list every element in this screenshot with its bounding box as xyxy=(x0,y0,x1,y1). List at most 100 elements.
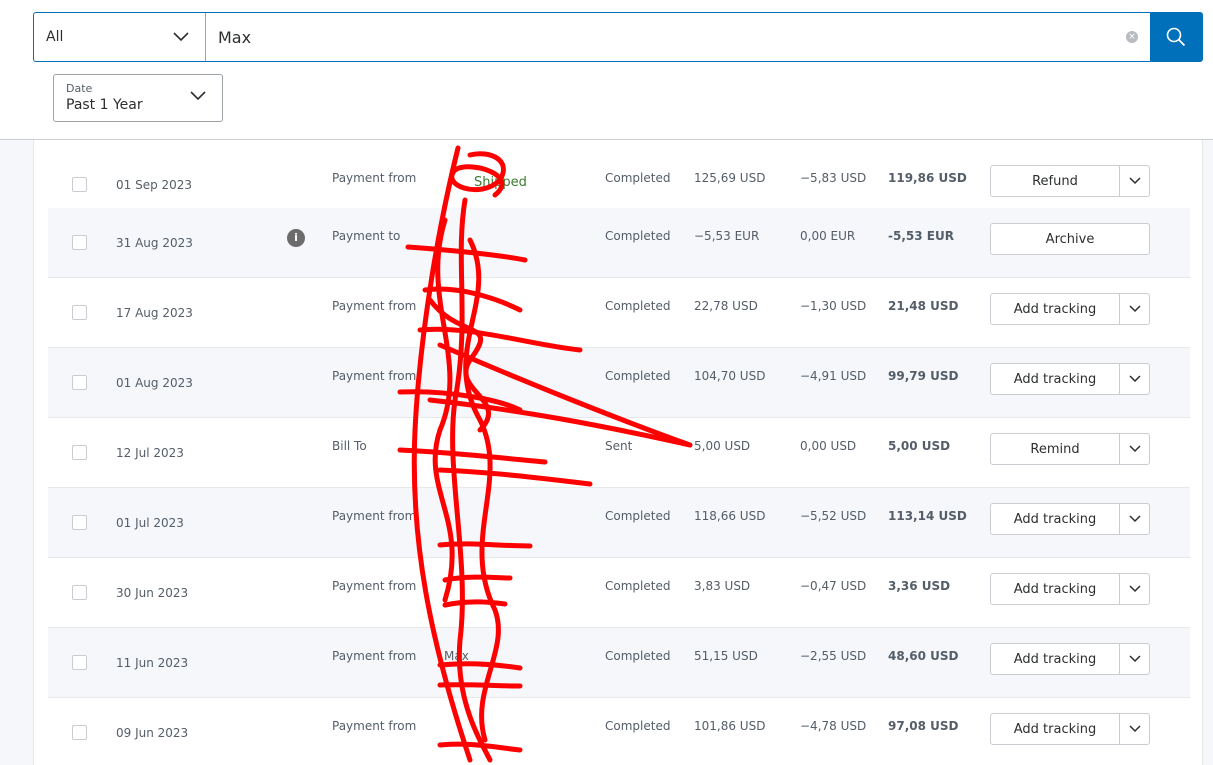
row-fee: −4,78 USD xyxy=(800,719,867,733)
row-fee: −2,55 USD xyxy=(800,649,867,663)
row-gross: 104,70 USD xyxy=(694,369,766,383)
row-date: 01 Jul 2023 xyxy=(116,516,184,530)
row-type: Payment from xyxy=(332,299,417,313)
row-action-label: Archive xyxy=(1045,231,1095,247)
row-type: Payment from xyxy=(332,719,417,733)
row-action-button[interactable]: Add tracking xyxy=(990,713,1150,745)
row-net: 113,14 USD xyxy=(888,509,967,523)
row-fee: −5,52 USD xyxy=(800,509,867,523)
row-checkbox[interactable] xyxy=(72,445,87,460)
row-status: Sent xyxy=(605,439,633,453)
row-checkbox[interactable] xyxy=(72,585,87,600)
row-date: 01 Sep 2023 xyxy=(116,178,193,192)
row-status: Completed xyxy=(605,299,671,313)
info-icon[interactable]: i xyxy=(287,229,305,247)
row-checkbox[interactable] xyxy=(72,235,87,250)
row-action-dropdown[interactable] xyxy=(1119,644,1149,674)
row-type: Payment from xyxy=(332,369,417,383)
row-date: 30 Jun 2023 xyxy=(116,586,189,600)
row-status: Completed xyxy=(605,171,671,185)
row-fee: −0,47 USD xyxy=(800,579,867,593)
row-date: 09 Jun 2023 xyxy=(116,726,189,740)
search-icon xyxy=(1166,27,1186,47)
table-row[interactable]: 11 Jun 2023 Payment from Max Completed 51,15… xyxy=(48,628,1190,698)
row-status: Completed xyxy=(605,369,671,383)
row-fee: −4,91 USD xyxy=(800,369,867,383)
table-row[interactable]: 12 Jul 2023 Bill To Sent 5,00 USD 0,00 USD 5,… xyxy=(48,418,1190,488)
row-checkbox[interactable] xyxy=(72,725,87,740)
row-gross: 125,69 USD xyxy=(694,171,766,185)
row-type: Payment from xyxy=(332,509,417,523)
row-checkbox[interactable] xyxy=(72,655,87,670)
chevron-down-icon xyxy=(1128,177,1141,185)
date-filter-caption: Date xyxy=(66,82,93,95)
table-row[interactable]: 30 Jun 2023 Payment from Completed 3,83 USD… xyxy=(48,558,1190,628)
row-action-dropdown[interactable] xyxy=(1119,294,1149,324)
table-row[interactable]: 17 Aug 2023 Payment from Completed 22,78 US… xyxy=(48,278,1190,348)
row-checkbox[interactable] xyxy=(72,515,87,530)
search-input[interactable] xyxy=(218,27,1126,47)
row-action-button[interactable]: Refund xyxy=(990,165,1150,197)
chevron-down-icon xyxy=(1128,375,1141,383)
row-date: 17 Aug 2023 xyxy=(116,306,193,320)
transaction-list: 01 Sep 2023 Payment from Shipped Completed 1… xyxy=(33,140,1203,765)
row-gross: 118,66 USD xyxy=(694,509,766,523)
row-fee: −5,83 USD xyxy=(800,171,867,185)
row-action-button[interactable]: Add tracking xyxy=(990,503,1150,535)
row-type: Payment from xyxy=(332,579,417,593)
chevron-down-icon xyxy=(1128,585,1141,593)
row-net: 97,08 USD xyxy=(888,719,959,733)
search-input-wrap: × xyxy=(206,13,1150,61)
chevron-down-icon xyxy=(1128,725,1141,733)
row-date: 01 Aug 2023 xyxy=(116,376,193,390)
row-net: 21,48 USD xyxy=(888,299,959,313)
row-date: 11 Jun 2023 xyxy=(116,656,189,670)
row-action-button[interactable]: Add tracking xyxy=(990,293,1150,325)
row-action-dropdown[interactable] xyxy=(1119,714,1149,744)
row-checkbox[interactable] xyxy=(72,177,87,192)
row-action-button[interactable]: Remind xyxy=(990,433,1150,465)
row-status: Completed xyxy=(605,509,671,523)
row-status: Completed xyxy=(605,649,671,663)
row-gross: 101,86 USD xyxy=(694,719,766,733)
row-type: Payment from xyxy=(332,171,417,185)
row-gross: 51,15 USD xyxy=(694,649,758,663)
row-status: Completed xyxy=(605,579,671,593)
row-action-dropdown[interactable] xyxy=(1119,166,1149,196)
clear-icon[interactable]: × xyxy=(1126,31,1138,43)
row-action-label: Add tracking xyxy=(1013,651,1097,667)
row-gross: 5,00 USD xyxy=(694,439,751,453)
row-action-dropdown[interactable] xyxy=(1119,574,1149,604)
row-checkbox[interactable] xyxy=(72,305,87,320)
date-filter[interactable]: Date Past 1 Year xyxy=(53,74,223,122)
row-action-dropdown[interactable] xyxy=(1119,364,1149,394)
row-fee: 0,00 EUR xyxy=(800,229,856,243)
row-counterparty[interactable]: Max xyxy=(444,649,469,663)
row-action-label: Add tracking xyxy=(1013,511,1097,527)
chevron-down-icon xyxy=(173,32,189,42)
row-action-button[interactable]: Add tracking xyxy=(990,363,1150,395)
category-select-value: All xyxy=(46,29,64,45)
row-checkbox[interactable] xyxy=(72,375,87,390)
search-bar: All × xyxy=(33,12,1203,62)
row-action-dropdown[interactable] xyxy=(1119,504,1149,534)
category-select[interactable]: All xyxy=(34,13,206,61)
row-type: Bill To xyxy=(332,439,367,453)
row-action-button[interactable]: Add tracking xyxy=(990,643,1150,675)
row-action-label: Add tracking xyxy=(1013,581,1097,597)
search-button[interactable] xyxy=(1150,13,1202,61)
row-status: Completed xyxy=(605,719,671,733)
filter-header: All × Date Past 1 Year xyxy=(0,0,1213,140)
row-action-button[interactable]: Archive xyxy=(990,223,1150,255)
table-row[interactable]: 09 Jun 2023 Payment from Completed 101,86 U… xyxy=(48,698,1190,765)
row-net: -5,53 EUR xyxy=(888,229,954,243)
table-row[interactable]: 31 Aug 2023 i Payment to Completed −5,53 EUR… xyxy=(48,208,1190,278)
table-row[interactable]: 01 Aug 2023 Payment from Completed 104,70 U… xyxy=(48,348,1190,418)
chevron-down-icon xyxy=(1128,655,1141,663)
row-action-button[interactable]: Add tracking xyxy=(990,573,1150,605)
row-type: Payment from xyxy=(332,649,417,663)
row-action-dropdown[interactable] xyxy=(1119,434,1149,464)
table-row[interactable]: 01 Jul 2023 Payment from Completed 118,66 U… xyxy=(48,488,1190,558)
chevron-down-icon xyxy=(190,91,206,101)
row-net: 3,36 USD xyxy=(888,579,951,593)
